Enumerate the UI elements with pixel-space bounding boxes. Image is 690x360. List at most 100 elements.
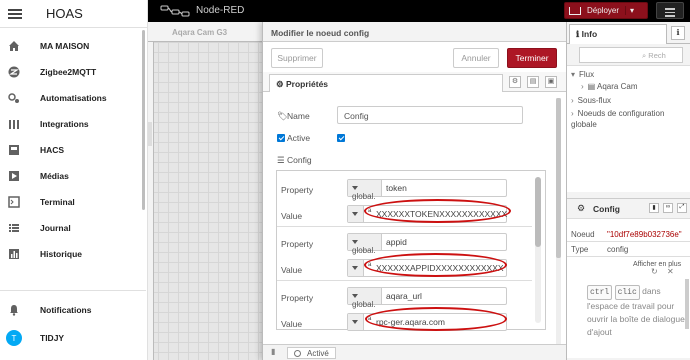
property-value: aqara_url <box>386 291 422 301</box>
help-scrollbar[interactable] <box>685 279 689 329</box>
workspace-canvas[interactable]: Aqara Cam G3 <box>148 22 262 360</box>
sidebar-menu-button[interactable]: ℹ <box>671 26 685 40</box>
nodered-logo-icon <box>160 5 190 17</box>
tab-info[interactable]: ℹ Info <box>569 24 667 44</box>
property-input[interactable]: global. aqara_url <box>347 287 507 309</box>
avatar: T <box>6 330 22 346</box>
chevron-down-icon <box>352 211 358 216</box>
refresh-icon[interactable]: ↻ <box>651 267 658 276</box>
node-key: Noeud <box>571 230 595 239</box>
chevron-down-icon[interactable]: ▾ <box>625 6 634 15</box>
property-value: appid <box>386 237 407 247</box>
sidebar-item-label: Historique <box>40 249 83 259</box>
highlight-oval <box>364 253 507 277</box>
robot-icon <box>8 93 19 103</box>
help-text-2: l'espace de travail pour ouvrir la boîte… <box>587 301 685 337</box>
done-button[interactable]: Terminer <box>507 48 557 68</box>
tray-footer: ▮ Activé <box>263 344 566 360</box>
chevron-down-icon: ▾ <box>571 70 576 79</box>
palette-collapsed[interactable] <box>148 42 154 360</box>
menu-icon[interactable] <box>8 7 22 21</box>
type-select[interactable]: global. <box>348 234 382 255</box>
sidebar-tabs: ℹ Info ℹ <box>567 22 690 44</box>
sidebar-item-notifications[interactable]: Notifications <box>0 298 146 322</box>
sidebar-item-home[interactable]: MA MAISON <box>0 34 146 58</box>
chevron-down-icon <box>352 319 358 324</box>
property-label: Property <box>281 293 314 303</box>
property-input[interactable]: global. token <box>347 179 507 201</box>
search-input[interactable]: ⌕ Rech <box>579 47 683 63</box>
nodered-header: Node-RED Déployer ▾ <box>148 0 690 22</box>
enabled-toggle[interactable]: Activé <box>287 347 336 359</box>
chevron-down-icon <box>352 293 358 298</box>
kbd-click: clic <box>614 285 640 300</box>
delete-button[interactable]: Supprimer <box>271 48 323 68</box>
status-label: Activé <box>307 348 329 358</box>
tree-label: Sous-flux <box>577 96 612 105</box>
deploy-button[interactable]: Déployer ▾ <box>564 2 648 19</box>
tray-toolbar: Supprimer Annuler Terminer <box>263 48 566 70</box>
main-menu-button[interactable] <box>656 2 684 19</box>
description-tab-icon[interactable]: ▤ <box>527 76 539 88</box>
puzzle-icon <box>9 120 19 129</box>
expand-icon[interactable]: ⤢ <box>677 203 687 213</box>
node-id[interactable]: "10df7e89b032736e" <box>607 230 682 239</box>
tree-flux[interactable]: ▾ Flux <box>571 70 594 79</box>
env-scrollbar[interactable] <box>535 177 541 323</box>
cancel-button[interactable]: Annuler <box>453 48 499 68</box>
tree-flow-item[interactable]: › ▤ Aqara Cam <box>581 82 637 91</box>
chevron-right-icon: › <box>581 82 584 91</box>
book-icon[interactable]: ▮ <box>649 203 659 213</box>
type-select[interactable] <box>348 314 364 330</box>
sidebar-item-medias[interactable]: Médias <box>0 164 146 188</box>
tree-label: Aqara Cam <box>597 82 638 91</box>
config-label: Config <box>287 155 312 165</box>
palette-handle[interactable] <box>148 122 152 146</box>
type-label: global. <box>352 192 376 201</box>
tree-global-config[interactable]: › Noeuds de configuration globale <box>571 108 683 130</box>
circle-icon <box>294 349 301 357</box>
sidebar-item-user[interactable]: T TIDJY <box>0 326 146 350</box>
flow-icon: ▤ <box>587 82 598 91</box>
chart-bar-icon <box>9 249 19 259</box>
sidebar-item-label: Notifications <box>40 305 92 315</box>
type-select[interactable] <box>348 260 364 276</box>
node-info-panel: ⚙ Config ▮ ∞ ⤢ Noeud "10df7e89b032736e" … <box>567 198 690 358</box>
sidebar-item-automatisations[interactable]: Automatisations <box>0 86 146 110</box>
tray-scrollbar[interactable] <box>556 98 561 346</box>
sidebar-item-label: Médias <box>40 171 69 181</box>
type-select[interactable] <box>348 206 364 222</box>
bell-icon <box>10 305 18 316</box>
sidebar-item-zigbee2mqtt[interactable]: Zigbee2MQTT <box>0 60 146 84</box>
sidebar-item-journal[interactable]: Journal <box>0 216 146 240</box>
chevron-right-icon: › <box>571 96 574 105</box>
appearance-tab-icon[interactable]: ▣ <box>545 76 557 88</box>
sidebar-item-hacs[interactable]: HACS <box>0 138 146 162</box>
type-select[interactable]: global. <box>348 180 382 201</box>
sidebar-item-historique[interactable]: Historique <box>0 242 146 266</box>
close-icon[interactable]: ✕ <box>667 267 674 276</box>
sidebar-item-terminal[interactable]: Terminal <box>0 190 146 214</box>
workspace-tab[interactable]: Aqara Cam G3 <box>148 22 262 42</box>
type-select[interactable]: global. <box>348 288 382 309</box>
link-icon[interactable]: ∞ <box>663 203 673 213</box>
type-label: global. <box>352 246 376 255</box>
property-input[interactable]: global. appid <box>347 233 507 255</box>
book-icon[interactable]: ▮ <box>271 347 275 356</box>
tab-properties[interactable]: ⚙ Propriétés <box>269 74 503 92</box>
settings-tab-icon[interactable]: ⚙ <box>509 76 521 88</box>
sidebar-item-label: Integrations <box>40 119 89 129</box>
deploy-icon <box>569 6 581 15</box>
active-checkbox[interactable] <box>337 134 345 142</box>
config-node-icon: ⚙ <box>577 203 586 213</box>
name-input[interactable]: Config <box>337 106 523 124</box>
value-label: Value <box>281 211 303 221</box>
tree-subflows[interactable]: › Sous-flux <box>571 96 611 105</box>
type-key: Type <box>571 245 589 254</box>
node-info-header: ⚙ Config ▮ ∞ ⤢ <box>567 199 690 219</box>
media-icon <box>9 171 19 181</box>
zigbee-icon <box>8 66 20 78</box>
tray-title: Modifier le noeud config <box>263 22 566 42</box>
sidebar-scrollbar[interactable] <box>142 30 145 210</box>
sidebar-item-integrations[interactable]: Integrations <box>0 112 146 136</box>
